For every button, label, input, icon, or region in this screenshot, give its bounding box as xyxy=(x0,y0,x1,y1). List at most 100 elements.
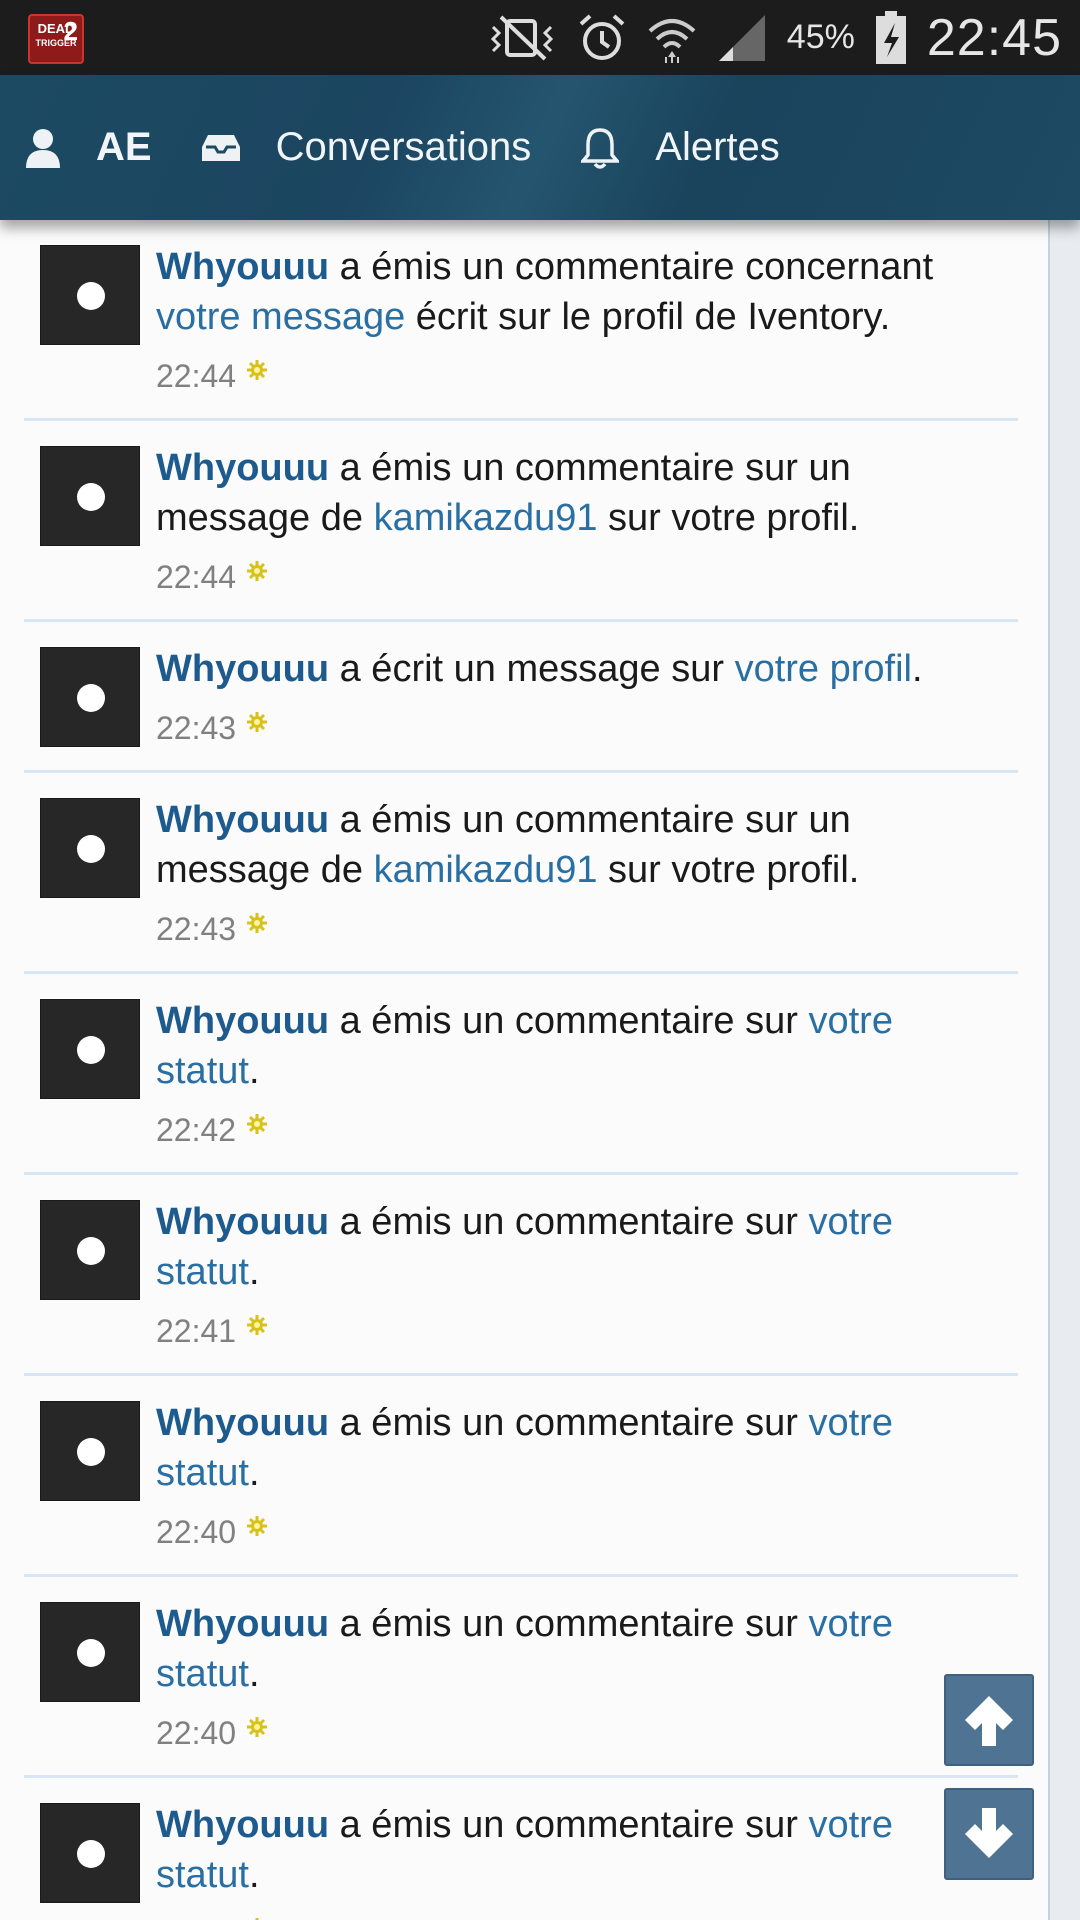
battery-percent: 45% xyxy=(786,18,855,56)
unread-star-icon xyxy=(247,1717,268,1737)
alert-text: Whyouuu a émis un commentaire sur votre … xyxy=(156,1800,988,1900)
alert-content-link[interactable]: kamikazdu91 xyxy=(374,849,598,891)
alert-username-link[interactable]: Whyouuu xyxy=(156,1603,329,1645)
dead-trigger-app-icon: DEAD TRIGGER 2 xyxy=(28,14,84,64)
unread-star-icon xyxy=(247,1114,268,1134)
avatar[interactable] xyxy=(40,647,140,747)
alarm-icon xyxy=(579,14,625,60)
alert-time: 22:42 xyxy=(156,1111,237,1148)
alert-text-part: a émis un commentaire sur xyxy=(329,1603,809,1645)
status-bar: DEAD TRIGGER 2 45% 22:45 xyxy=(0,0,1080,75)
alert-username-link[interactable]: Whyouuu xyxy=(156,1201,329,1243)
alert-item[interactable]: Whyouuu a émis un commentaire sur votre … xyxy=(24,974,1018,1175)
inbox-icon xyxy=(201,134,240,161)
alert-text-part: a émis un commentaire sur xyxy=(329,1201,809,1243)
side-rail xyxy=(1048,220,1080,1920)
alert-time: 22:40 xyxy=(156,1513,237,1550)
scroll-down-button[interactable] xyxy=(944,1788,1034,1880)
alert-username-link[interactable]: Whyouuu xyxy=(156,799,329,841)
unread-star-icon xyxy=(247,360,268,380)
alert-text-part: a écrit un message sur xyxy=(329,648,735,690)
unread-star-icon xyxy=(247,561,268,581)
alert-content-link[interactable]: votre message xyxy=(156,296,405,338)
signal-icon xyxy=(718,14,765,61)
alert-text-part: a émis un commentaire sur xyxy=(329,1402,809,1444)
nav-alerts-label: Alertes xyxy=(655,125,780,169)
alert-text-part: . xyxy=(248,1452,260,1494)
battery-charging-icon xyxy=(875,10,906,64)
alert-item[interactable]: Whyouuu a écrit un message sur votre pro… xyxy=(24,622,1018,773)
alert-time: 22:43 xyxy=(156,709,237,746)
alert-text-part: . xyxy=(248,1854,260,1896)
unread-star-icon xyxy=(247,1516,268,1536)
alert-username-link[interactable]: Whyouuu xyxy=(156,1804,329,1846)
arrow-down-icon xyxy=(965,1808,1013,1858)
avatar[interactable] xyxy=(40,245,140,345)
alert-text-part: a émis un commentaire concernant xyxy=(329,246,934,288)
avatar[interactable] xyxy=(40,1401,140,1501)
avatar[interactable] xyxy=(40,999,140,1099)
unread-star-icon xyxy=(247,1315,268,1335)
alert-username-link[interactable]: Whyouuu xyxy=(156,648,329,690)
alert-time: 22:41 xyxy=(156,1312,237,1349)
alert-text-part: a émis un commentaire sur xyxy=(329,1804,809,1846)
alert-text-part: écrit sur le profil de Iventory. xyxy=(405,296,891,338)
avatar[interactable] xyxy=(40,446,140,546)
alert-time: 22:39 xyxy=(156,1916,236,1920)
arrow-up-icon xyxy=(965,1696,1013,1746)
scroll-up-button[interactable] xyxy=(944,1674,1034,1766)
alert-time: 22:44 xyxy=(156,558,237,595)
alert-username-link[interactable]: Whyouuu xyxy=(156,447,329,489)
alert-text: Whyouuu a émis un commentaire sur un mes… xyxy=(156,795,988,895)
alert-text: Whyouuu a émis un commentaire concernant… xyxy=(156,242,988,342)
alert-text: Whyouuu a émis un commentaire sur un mes… xyxy=(156,443,988,543)
avatar[interactable] xyxy=(40,798,140,898)
alerts-content: Whyouuu a émis un commentaire concernant… xyxy=(0,220,1080,1920)
wifi-icon xyxy=(648,18,696,63)
unread-star-icon xyxy=(247,913,268,933)
alert-time: 22:43 xyxy=(156,910,237,947)
vibrate-icon xyxy=(490,15,553,60)
alert-content-link[interactable]: votre profil xyxy=(735,648,912,690)
alert-time: 22:40 xyxy=(156,1714,237,1751)
bell-icon xyxy=(581,127,620,169)
alert-item[interactable]: Whyouuu a émis un commentaire concernant… xyxy=(24,220,1018,421)
alert-text-part: sur votre profil. xyxy=(597,849,860,891)
alert-time: 22:44 xyxy=(156,357,237,394)
alert-text: Whyouuu a émis un commentaire sur votre … xyxy=(156,1599,988,1699)
alert-text-part: a émis un commentaire sur xyxy=(329,1000,809,1042)
nav-user-label: AE xyxy=(96,125,152,169)
alert-text-part: . xyxy=(248,1653,260,1695)
alert-text-part: sur votre profil. xyxy=(597,497,860,539)
avatar[interactable] xyxy=(40,1602,140,1702)
app-badge-number: 2 xyxy=(63,16,78,46)
alert-content-link[interactable]: kamikazdu91 xyxy=(374,497,598,539)
avatar[interactable] xyxy=(40,1200,140,1300)
alert-item[interactable]: Whyouuu a émis un commentaire sur votre … xyxy=(24,1376,1018,1577)
alerts-list: Whyouuu a émis un commentaire concernant… xyxy=(24,220,1018,1920)
alert-text: Whyouuu a émis un commentaire sur votre … xyxy=(156,1197,988,1297)
nav-conversations-label: Conversations xyxy=(275,125,532,169)
nav-conversations[interactable]: Conversations xyxy=(201,125,532,170)
alert-username-link[interactable]: Whyouuu xyxy=(156,1402,329,1444)
alert-item[interactable]: Whyouuu a émis un commentaire sur votre … xyxy=(24,1778,1018,1920)
alert-text-part: . xyxy=(248,1251,260,1293)
alert-item[interactable]: Whyouuu a émis un commentaire sur un mes… xyxy=(24,773,1018,974)
alert-username-link[interactable]: Whyouuu xyxy=(156,1000,329,1042)
alert-item[interactable]: Whyouuu a émis un commentaire sur un mes… xyxy=(24,421,1018,622)
alert-text-part: . xyxy=(911,648,923,690)
clock: 22:45 xyxy=(926,8,1062,67)
alert-text: Whyouuu a écrit un message sur votre pro… xyxy=(156,644,988,694)
unread-star-icon xyxy=(247,712,268,732)
nav-alerts[interactable]: Alertes xyxy=(581,125,780,170)
nav-user-account[interactable]: AE xyxy=(26,125,152,170)
forum-nav-header: AE Conversations Alertes xyxy=(0,75,1080,220)
alert-item[interactable]: Whyouuu a émis un commentaire sur votre … xyxy=(24,1577,1018,1778)
user-icon xyxy=(26,128,60,168)
alert-item[interactable]: Whyouuu a émis un commentaire sur votre … xyxy=(24,1175,1018,1376)
alert-text: Whyouuu a émis un commentaire sur votre … xyxy=(156,1398,988,1498)
alert-text-part: . xyxy=(248,1050,260,1092)
alert-username-link[interactable]: Whyouuu xyxy=(156,246,329,288)
alert-text: Whyouuu a émis un commentaire sur votre … xyxy=(156,996,988,1096)
avatar[interactable] xyxy=(40,1803,140,1903)
